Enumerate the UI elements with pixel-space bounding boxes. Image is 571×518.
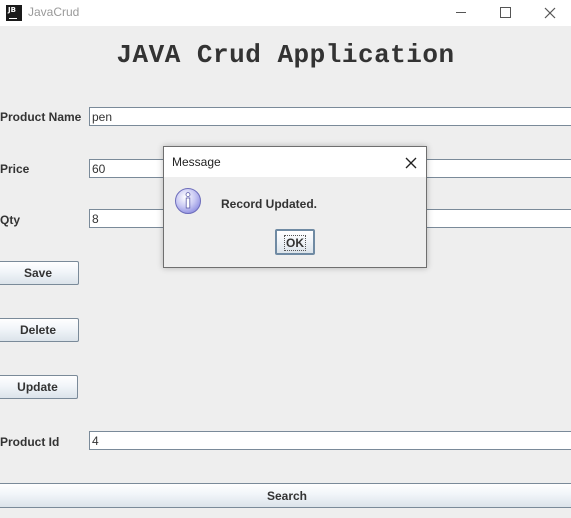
app-logo-icon: JB: [6, 5, 22, 21]
message-dialog: Message Record Updated. OK: [163, 146, 427, 268]
page-title: JAVA Crud Application: [116, 40, 455, 70]
close-icon: [405, 157, 417, 169]
ok-button[interactable]: OK: [275, 229, 315, 255]
dialog-title: Message: [172, 155, 221, 169]
maximize-button[interactable]: [482, 0, 528, 26]
delete-button[interactable]: Delete: [0, 318, 79, 342]
ok-label: OK: [284, 235, 306, 251]
product-name-label: Product Name: [0, 110, 82, 124]
product-name-field[interactable]: [89, 107, 571, 126]
update-button[interactable]: Update: [0, 375, 78, 399]
price-label: Price: [0, 162, 30, 176]
save-button[interactable]: Save: [0, 261, 79, 285]
qty-label: Qty: [0, 213, 21, 227]
dialog-close-button[interactable]: [404, 155, 418, 169]
search-button[interactable]: Search: [0, 483, 571, 508]
dialog-titlebar: Message: [164, 147, 426, 177]
app-logo-text: JB: [8, 6, 16, 14]
close-icon: [544, 7, 556, 19]
product-id-label: Product Id: [0, 435, 60, 449]
product-id-field[interactable]: [89, 431, 571, 450]
minimize-button[interactable]: [438, 0, 484, 26]
window-titlebar: JB JavaCrud: [0, 0, 571, 26]
info-icon: [175, 188, 201, 214]
close-window-button[interactable]: [526, 0, 571, 26]
dialog-message: Record Updated.: [221, 197, 318, 211]
window-title: JavaCrud: [28, 5, 80, 19]
